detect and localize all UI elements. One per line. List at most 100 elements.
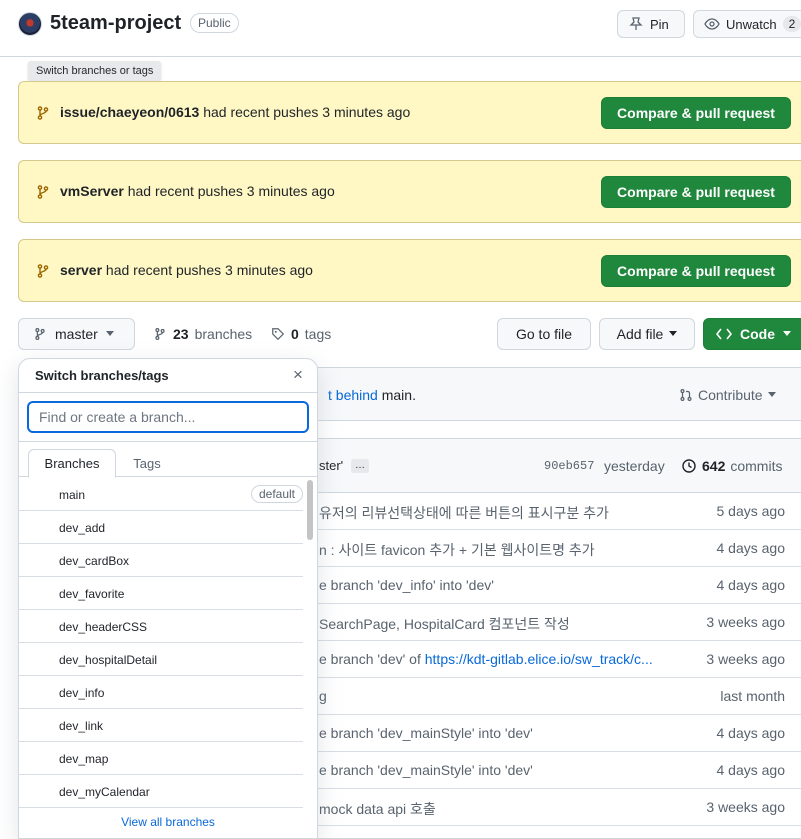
git-branch-icon (35, 184, 51, 200)
latest-commit-message[interactable]: ster' (319, 458, 343, 473)
banner-branch[interactable]: vmServer (60, 183, 124, 199)
history-icon (681, 458, 697, 474)
branch-name: dev_link (59, 719, 104, 733)
close-icon[interactable]: × (293, 365, 303, 385)
tab-tags[interactable]: Tags (119, 449, 175, 477)
banner-text: vmServer had recent pushes 3 minutes ago (60, 183, 335, 199)
row-age: 3 weeks ago (706, 651, 785, 667)
branch-item[interactable]: dev_headerCSS (19, 610, 303, 643)
branch-name: dev_map (59, 752, 109, 766)
default-badge: default (250, 485, 303, 503)
current-branch-label: master (55, 326, 98, 342)
branches-link[interactable]: 23 branches (153, 326, 252, 342)
divider (19, 392, 317, 393)
commits-label: commits (730, 458, 783, 474)
branch-name: dev_favorite (59, 587, 125, 601)
branch-name: dev_add (59, 521, 106, 535)
branch-item[interactable]: dev_info (19, 676, 303, 709)
repo-name[interactable]: 5team-project (50, 12, 181, 35)
pin-icon (628, 16, 644, 32)
commits-link[interactable]: 642 commits (681, 458, 782, 474)
branches-label: branches (194, 326, 253, 342)
branch-item[interactable]: dev_cardBox (19, 544, 303, 577)
row-age: 4 days ago (716, 725, 786, 741)
row-commit-message[interactable]: e branch 'dev' of https://kdt-gitlab.eli… (319, 651, 653, 667)
branch-item[interactable]: dev_myCalendar (19, 775, 303, 808)
banner-branch[interactable]: issue/chaeyeon/0613 (60, 104, 199, 120)
divider (19, 441, 317, 442)
branch-item[interactable]: dev_favorite (19, 577, 303, 610)
tag-icon (271, 327, 285, 341)
compare-rest: main. (377, 387, 416, 403)
contribute-button[interactable]: Contribute (679, 387, 776, 403)
caret-down-icon (669, 331, 678, 337)
branch-item[interactable]: dev_link (19, 709, 303, 742)
row-age: last month (720, 688, 785, 704)
unwatch-button[interactable]: Unwatch 2 (693, 10, 801, 38)
row-commit-message[interactable]: mock data api 호출 (319, 799, 436, 819)
branch-item[interactable]: dev_add (19, 511, 303, 544)
row-commit-message[interactable]: SearchPage, HospitalCard 컴포넌트 작성 (319, 614, 570, 634)
code-icon (716, 327, 732, 341)
row-commit-message[interactable]: g (319, 688, 327, 704)
go-to-file-button[interactable]: Go to file (497, 318, 591, 350)
row-commit-message[interactable]: e branch 'dev_mainStyle' into 'dev' (319, 762, 533, 778)
branch-name: dev_info (59, 686, 105, 700)
row-commit-message[interactable]: 유저의 리뷰선택상태에 따른 버튼의 표시구분 추가 (319, 503, 609, 523)
caret-down-icon (105, 331, 114, 337)
branch-name: main (59, 488, 86, 502)
commits-count: 642 (702, 458, 726, 474)
row-commit-message[interactable]: n : 사이트 favicon 추가 + 기본 웹사이트명 추가 (319, 540, 595, 560)
compare-pull-request-button[interactable]: Compare & pull request (601, 255, 791, 287)
tags-label: tags (304, 326, 332, 342)
git-branch-icon (33, 327, 47, 341)
row-age: 5 days ago (716, 503, 786, 519)
view-all-branches-link[interactable]: View all branches (19, 815, 317, 829)
branch-item[interactable]: dev_map (19, 742, 303, 775)
tags-link[interactable]: 0 tags (271, 326, 331, 342)
dropdown-title: Switch branches/tags (35, 368, 169, 383)
tags-count: 0 (291, 326, 299, 342)
compare-pull-request-button[interactable]: Compare & pull request (601, 176, 791, 208)
branch-item[interactable]: main default (19, 478, 303, 511)
compare-pull-request-button[interactable]: Compare & pull request (601, 97, 791, 129)
row-age: 4 days ago (716, 762, 786, 778)
dropdown-tabs: Branches Tags (19, 449, 317, 478)
git-branch-icon (35, 263, 51, 279)
git-pull-request-icon (679, 388, 693, 402)
branch-tooltip: Switch branches or tags (28, 61, 162, 81)
branch-select-button[interactable]: master (18, 318, 135, 350)
code-button[interactable]: Code (703, 318, 801, 350)
branch-name: dev_cardBox (59, 554, 130, 568)
branch-search-input[interactable] (27, 401, 309, 433)
banner-text: issue/chaeyeon/0613 had recent pushes 3 … (60, 104, 410, 120)
pin-button[interactable]: Pin (617, 10, 685, 38)
banner-branch[interactable]: server (60, 262, 102, 278)
scrollbar-thumb[interactable] (307, 480, 313, 540)
banner-message: had recent pushes 3 minutes ago (199, 104, 411, 120)
branch-item[interactable]: dev_hospitalDetail (19, 643, 303, 676)
unwatch-label: Unwatch (726, 16, 777, 32)
tab-branches[interactable]: Branches (28, 449, 116, 478)
row-commit-message[interactable]: e branch 'dev_mainStyle' into 'dev' (319, 725, 533, 741)
visibility-badge: Public (190, 13, 239, 33)
code-label: Code (740, 326, 775, 342)
row-commit-message[interactable]: e branch 'dev_info' into 'dev' (319, 577, 494, 593)
row-age: 4 days ago (716, 577, 786, 593)
add-file-label: Add file (616, 326, 664, 342)
row-age: 3 weeks ago (706, 614, 785, 630)
commit-sha[interactable]: 90eb657 (544, 459, 594, 473)
branches-count: 23 (173, 326, 189, 342)
behind-link[interactable]: t behind (328, 387, 378, 403)
push-banner: server had recent pushes 3 minutes ago C… (18, 239, 801, 302)
eye-icon (704, 16, 720, 32)
expand-commit-button[interactable]: … (351, 459, 369, 473)
banner-text: server had recent pushes 3 minutes ago (60, 262, 313, 278)
branch-name: dev_myCalendar (59, 785, 150, 799)
caret-down-icon (783, 331, 791, 337)
git-branch-icon (35, 105, 51, 121)
avatar[interactable] (18, 12, 42, 36)
push-banner: vmServer had recent pushes 3 minutes ago… (18, 160, 801, 223)
branch-list-scrollbar[interactable] (305, 478, 315, 808)
add-file-button[interactable]: Add file (599, 318, 695, 350)
